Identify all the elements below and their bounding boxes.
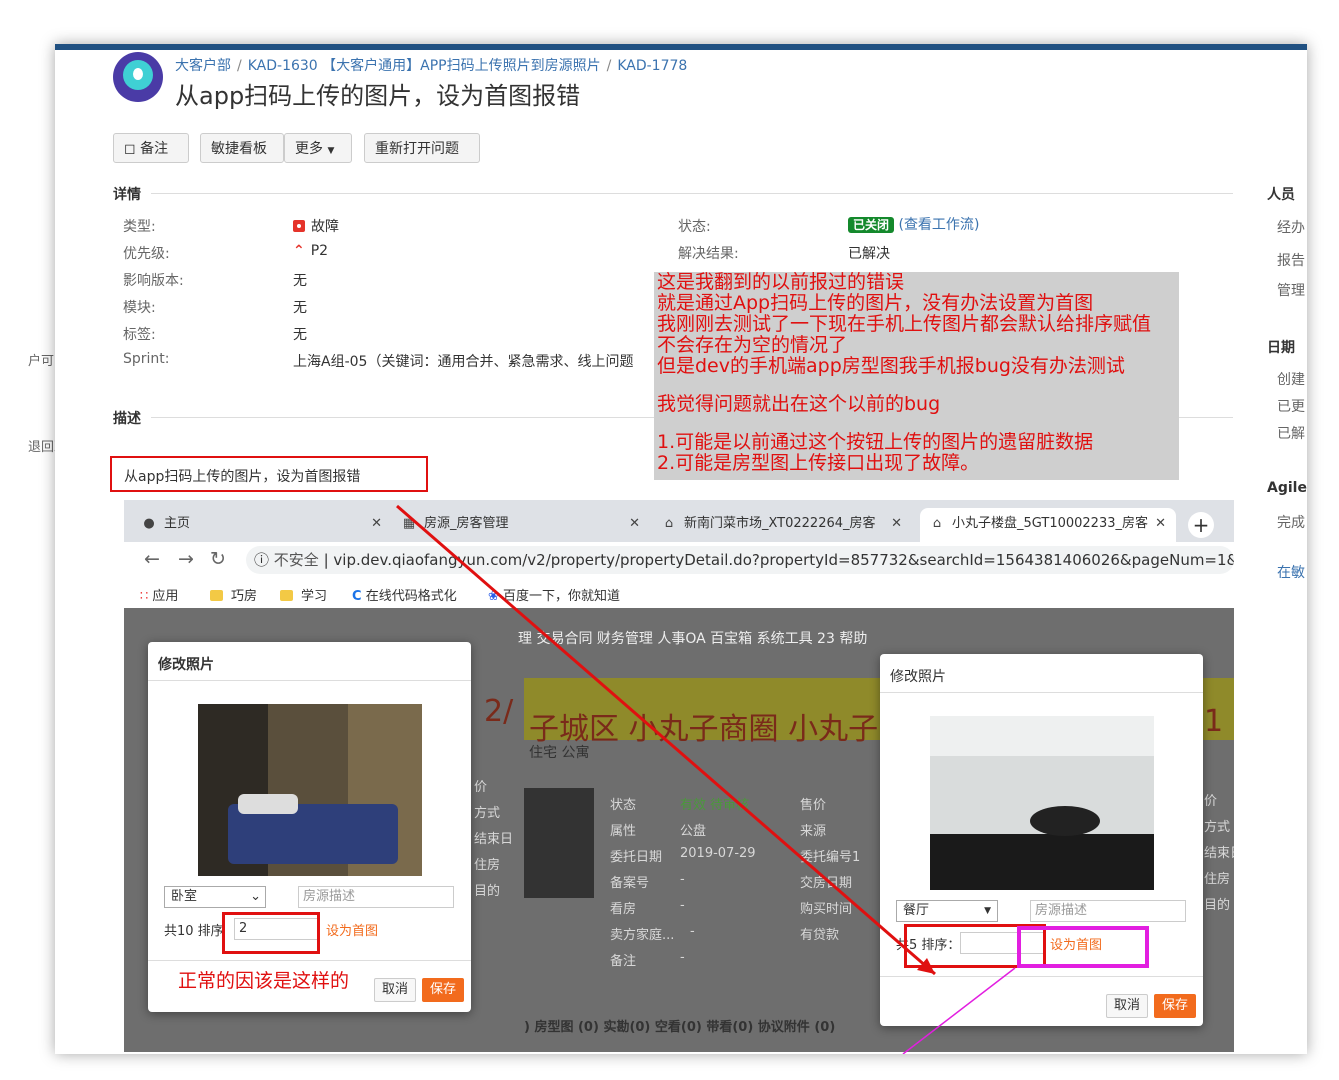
pink-line (902, 967, 1016, 1054)
issue-window: 大客户部 / KAD-1630 【大客户通用】APP扫码上传照片到房源照片 / KAD-… (55, 44, 1307, 1054)
red-arrow-line (396, 504, 936, 976)
annotation-arrows (396, 504, 1016, 1054)
